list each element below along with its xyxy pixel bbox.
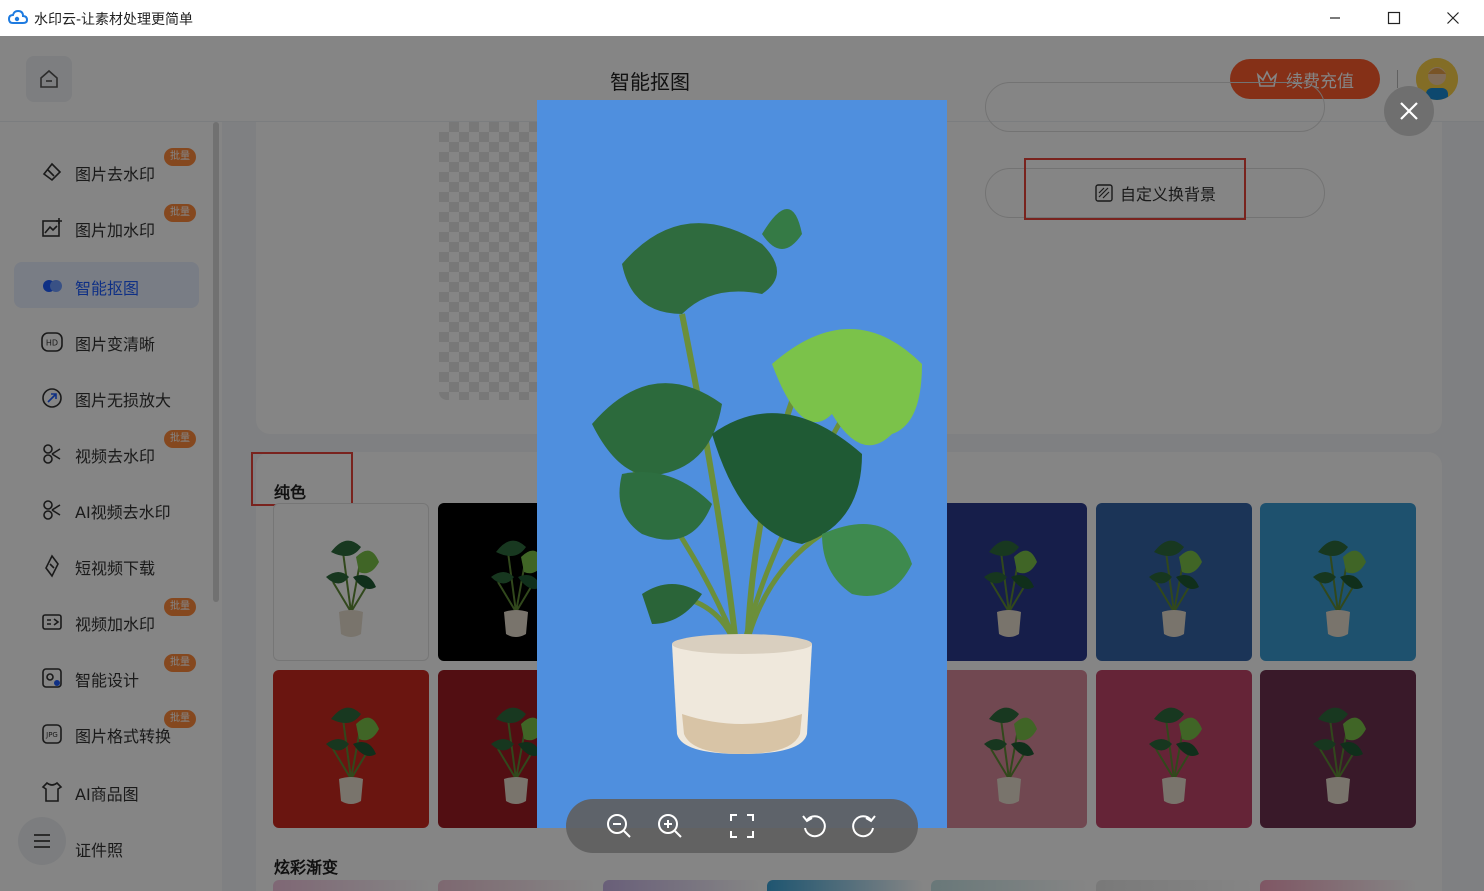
fit-screen-icon: [730, 814, 754, 838]
minimize-button[interactable]: [1306, 0, 1364, 36]
window-titlebar: 水印云-让素材处理更简单: [0, 0, 1484, 36]
zoom-in-button[interactable]: [655, 811, 685, 841]
cloud-logo-icon: [8, 9, 28, 24]
maximize-button[interactable]: [1365, 0, 1423, 36]
preview-toolbar: [566, 799, 918, 853]
rotate-right-icon: [852, 815, 876, 838]
close-icon: [1400, 102, 1418, 120]
rotate-right-button[interactable]: [849, 811, 879, 841]
zoom-out-icon: [607, 814, 631, 838]
close-preview-button[interactable]: [1384, 86, 1434, 136]
large-image-preview: [537, 100, 947, 828]
window-close-button[interactable]: [1424, 0, 1482, 36]
minimize-icon: [1330, 17, 1340, 19]
close-icon: [1447, 12, 1459, 24]
potted-plant-image: [592, 209, 922, 754]
rotate-left-icon: [802, 815, 826, 838]
fit-screen-button[interactable]: [727, 811, 757, 841]
window-title: 水印云-让素材处理更简单: [34, 12, 194, 28]
zoom-in-icon: [658, 814, 682, 838]
maximize-icon: [1387, 11, 1401, 25]
rotate-left-button[interactable]: [799, 811, 829, 841]
zoom-out-button[interactable]: [604, 811, 634, 841]
app-area: 智能抠图 续费充值 图片去水印 批量 图片加水印 批量 智能抠图 HD 图片变清…: [0, 36, 1484, 891]
